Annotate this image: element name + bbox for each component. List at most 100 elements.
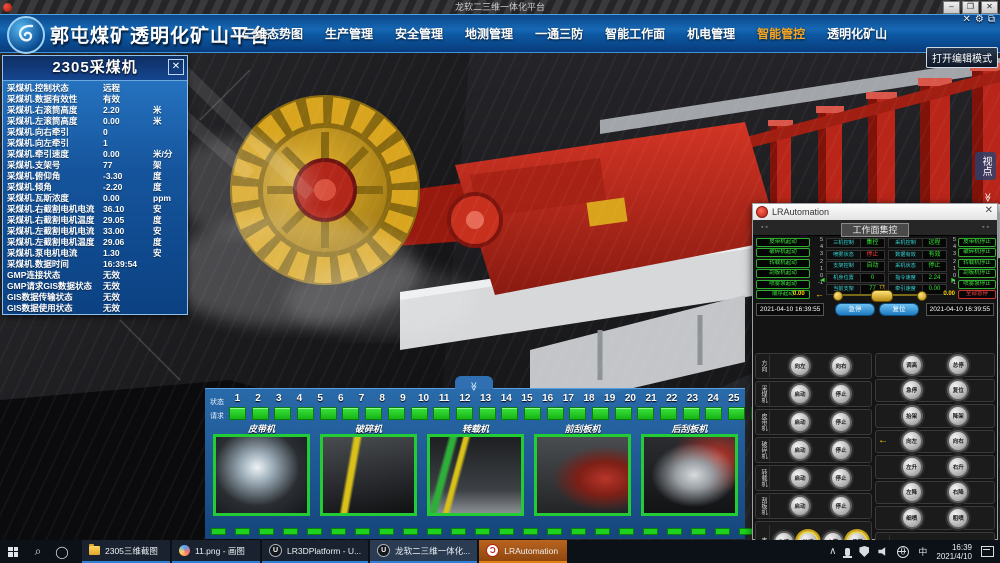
channel-number[interactable]: 15 (517, 393, 538, 404)
control-button[interactable]: 向右 (830, 355, 852, 377)
channel-number[interactable]: 9 (393, 393, 414, 404)
workface-control-tab[interactable]: 工作面集控 (841, 223, 908, 237)
control-button[interactable]: 细喷 (901, 507, 923, 529)
control-button[interactable]: 右升 (947, 456, 969, 478)
control-button[interactable]: 向左 (901, 430, 923, 452)
channel-number[interactable]: 8 (372, 393, 393, 404)
collapse-chevron-icon[interactable]: ≫ (455, 376, 493, 389)
camera-thumbnail[interactable] (427, 434, 524, 516)
control-button[interactable]: 复位 (947, 379, 969, 401)
channel-number[interactable]: 2 (248, 393, 269, 404)
channel-number[interactable]: 13 (475, 393, 496, 404)
nav-item[interactable]: 智能工作面 (605, 25, 665, 42)
control-button[interactable]: 右降 (947, 481, 969, 503)
notification-center-icon[interactable] (981, 546, 994, 557)
control-button[interactable]: 总停 (947, 354, 969, 376)
channel-number[interactable]: 18 (579, 393, 600, 404)
control-button[interactable]: 抬架 (901, 405, 923, 427)
tools-icon[interactable]: ✕ (963, 14, 971, 25)
lr-stop-button[interactable]: 喷雾泵停止 (958, 280, 996, 289)
task-view-icon[interactable]: ◯ (50, 545, 74, 559)
camera-thumbnail[interactable] (213, 434, 310, 516)
lr-start-button[interactable]: 破碎机起动 (756, 248, 810, 257)
nav-item[interactable]: 安全管理 (395, 25, 443, 42)
lr-close-icon[interactable]: ✕ (985, 205, 993, 216)
camera-thumbnail[interactable] (641, 434, 738, 516)
channel-number[interactable]: 7 (351, 393, 372, 404)
channel-number[interactable]: 11 (434, 393, 455, 404)
lr-stop-button[interactable]: 破碎机停止 (958, 248, 996, 257)
control-button[interactable]: 停止 (830, 467, 852, 489)
viewpoint-tab[interactable]: 视点 (975, 152, 996, 180)
microphone-icon[interactable] (845, 548, 850, 556)
taskbar-task[interactable]: U龙软二三维一体化... (370, 540, 477, 563)
control-button[interactable]: 启动 (789, 439, 811, 461)
taskbar-task[interactable]: 2305三维截图 (82, 540, 170, 563)
control-button[interactable]: 调高 (901, 354, 923, 376)
channel-number[interactable]: 22 (661, 393, 682, 404)
channel-number[interactable]: 1 (227, 393, 248, 404)
lr-start-button[interactable]: 皮带机起动 (756, 238, 810, 247)
control-button[interactable]: 启动 (789, 411, 811, 433)
viewpoint-chevron-icon[interactable]: ≫ (982, 193, 993, 202)
control-button[interactable]: 停止 (830, 439, 852, 461)
search-icon[interactable]: ⌕ (26, 544, 50, 559)
nav-item[interactable]: 透明化矿山 (827, 25, 887, 42)
nav-item[interactable]: 三维态势图 (243, 25, 303, 42)
nav-item[interactable]: 一通三防 (535, 25, 583, 42)
start-button[interactable] (0, 540, 26, 563)
network-globe-icon[interactable] (897, 546, 909, 558)
nav-item[interactable]: 地测管理 (465, 25, 513, 42)
control-button[interactable]: 向左 (789, 355, 811, 377)
channel-number[interactable]: 6 (330, 393, 351, 404)
control-button[interactable]: 启动 (789, 495, 811, 517)
nav-item[interactable]: 智能管控 (757, 25, 805, 42)
control-button[interactable]: 急停 (901, 379, 923, 401)
channel-number[interactable]: 25 (724, 393, 745, 404)
control-button[interactable]: 启动 (789, 383, 811, 405)
channel-number[interactable]: 19 (599, 393, 620, 404)
reset-pill-button[interactable]: 复位 (879, 303, 919, 316)
maximize-button[interactable]: ❐ (962, 1, 979, 14)
channel-number[interactable]: 4 (289, 393, 310, 404)
channel-number[interactable]: 17 (558, 393, 579, 404)
security-shield-icon[interactable] (859, 546, 869, 557)
nav-item[interactable]: 生产管理 (325, 25, 373, 42)
nav-item[interactable]: 机电管理 (687, 25, 735, 42)
channel-number[interactable]: 24 (703, 393, 724, 404)
channel-number[interactable]: 20 (620, 393, 641, 404)
taskbar-task[interactable]: ULR3DPlatform - U... (262, 540, 368, 563)
channel-number[interactable]: 12 (455, 393, 476, 404)
control-button[interactable]: 左降 (901, 481, 923, 503)
lr-stop-button[interactable]: 转载机停止 (958, 259, 996, 268)
lr-start-button[interactable]: 刮板机起动 (756, 269, 810, 278)
lr-stop-button[interactable]: 皮带机停止 (958, 238, 996, 247)
speaker-icon[interactable] (878, 547, 888, 557)
close-icon[interactable]: ✕ (168, 59, 184, 75)
control-button[interactable]: 停止 (830, 411, 852, 433)
minimize-button[interactable]: – (943, 1, 960, 14)
settings-gear-icon[interactable]: ⚙ (975, 14, 984, 25)
control-button[interactable]: 停止 (830, 495, 852, 517)
taskbar-task[interactable]: ƆLRAutomation (479, 540, 567, 563)
channel-number[interactable]: 16 (537, 393, 558, 404)
control-button[interactable]: 停止 (830, 383, 852, 405)
channel-number[interactable]: 21 (641, 393, 662, 404)
camera-thumbnail[interactable] (320, 434, 417, 516)
control-button[interactable]: 向右 (947, 430, 969, 452)
lr-stop-button[interactable]: 刮板机停止 (958, 269, 996, 278)
control-button[interactable]: 降架 (947, 405, 969, 427)
taskbar-task[interactable]: 11.png - 画图 (172, 540, 260, 563)
control-button[interactable]: 左升 (901, 456, 923, 478)
control-button[interactable]: 启动 (789, 467, 811, 489)
ime-indicator[interactable]: 中 (918, 545, 927, 558)
channel-number[interactable]: 23 (682, 393, 703, 404)
tray-chevron-up-icon[interactable]: ∧ (829, 546, 836, 557)
open-edit-mode-button[interactable]: 打开编辑模式 (926, 47, 998, 68)
slider-handle[interactable] (871, 290, 893, 302)
close-button[interactable]: ✕ (981, 1, 998, 14)
lr-start-button[interactable]: 转载机起动 (756, 259, 810, 268)
position-slider[interactable]: 77 (837, 294, 923, 296)
estop-pill-button[interactable]: 急停 (835, 303, 875, 316)
channel-number[interactable]: 3 (268, 393, 289, 404)
